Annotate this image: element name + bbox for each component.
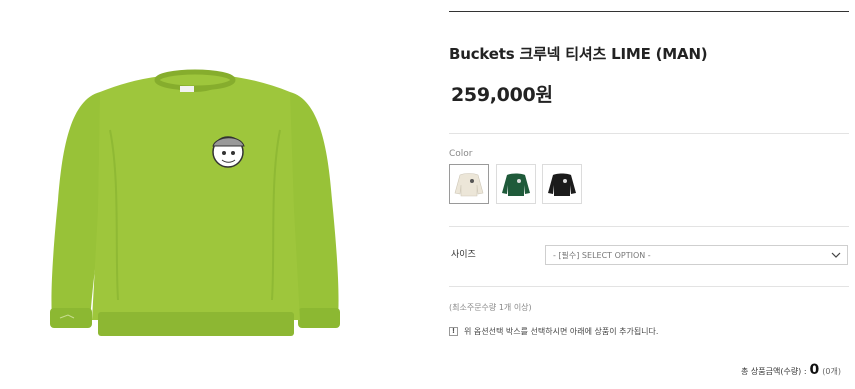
divider xyxy=(449,11,849,12)
size-select[interactable]: - [필수] SELECT OPTION - xyxy=(545,245,848,265)
product-info-panel: Buckets 크루넥 티셔츠 LIME (MAN) 259,000원 Colo… xyxy=(449,0,849,389)
exclamation-icon: ! xyxy=(449,327,458,336)
divider xyxy=(449,133,849,134)
total-price: 총 상품금액(수량) : 0 (0개) xyxy=(741,362,841,378)
sweatshirt-cream-icon xyxy=(454,173,484,197)
size-label: 사이즈 xyxy=(451,250,476,260)
divider xyxy=(449,226,849,227)
option-notice-text: 위 옵션선택 박스를 선택하시면 아래에 상품이 추가됩니다. xyxy=(464,327,659,336)
color-swatch-black[interactable] xyxy=(542,164,582,204)
color-label: Color xyxy=(449,149,473,159)
color-swatch-green[interactable] xyxy=(496,164,536,204)
size-select-value: - [필수] SELECT OPTION - xyxy=(553,251,651,260)
total-count: (0개) xyxy=(822,367,841,376)
sweatshirt-image xyxy=(50,69,340,336)
total-amount: 0 xyxy=(809,362,820,378)
total-label: 총 상품금액(수량) : xyxy=(741,367,807,376)
sweatshirt-green-icon xyxy=(502,173,530,196)
product-title: Buckets 크루넥 티셔츠 LIME (MAN) xyxy=(449,45,708,63)
product-price: 259,000원 xyxy=(451,84,553,106)
color-swatch-cream[interactable] xyxy=(449,164,489,204)
divider xyxy=(449,286,849,287)
product-image xyxy=(0,0,395,389)
chevron-down-icon xyxy=(831,252,841,258)
min-order-text: (최소주문수량 1개 이상) xyxy=(449,303,532,312)
sweatshirt-black-icon xyxy=(548,173,576,196)
option-notice: ! 위 옵션선택 박스를 선택하시면 아래에 상품이 추가됩니다. xyxy=(449,326,658,337)
